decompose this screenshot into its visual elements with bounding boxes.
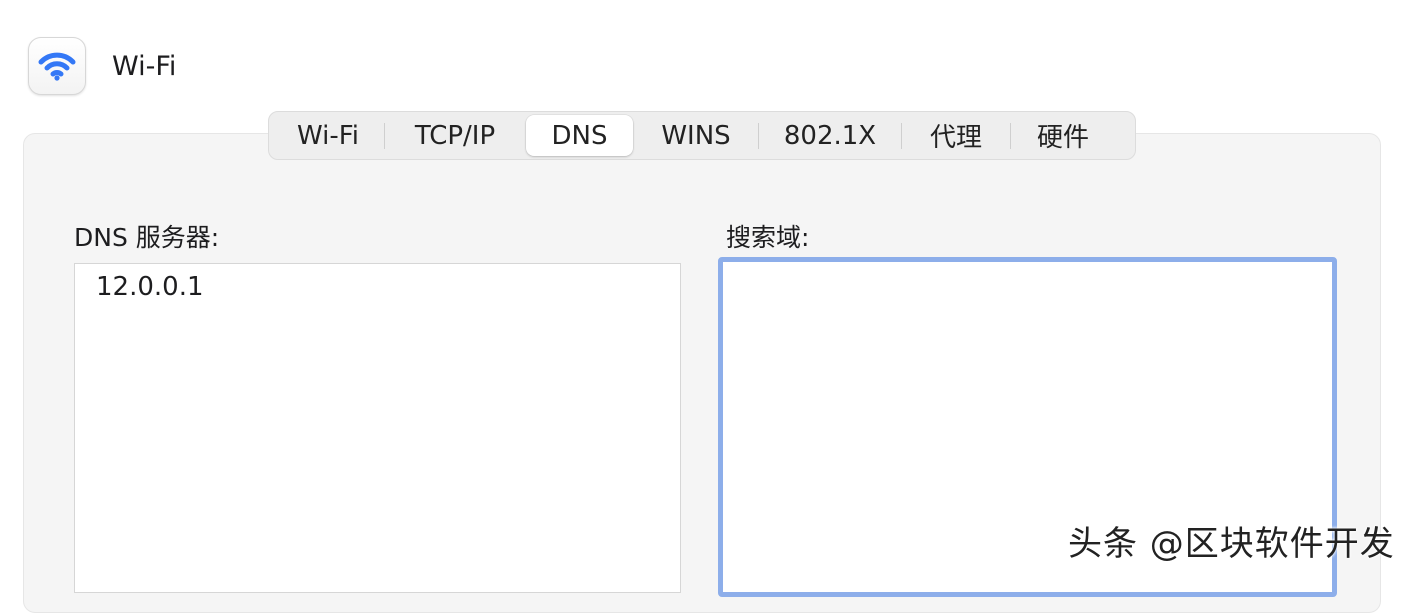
pane-title: Wi-Fi [112,50,177,82]
tab-hardware[interactable]: 硬件 [1011,115,1115,156]
pane-header: Wi-Fi [28,36,176,96]
wifi-glyph [38,52,76,81]
list-item[interactable]: 12.0.0.1 [96,272,204,302]
tab-tcpip[interactable]: TCP/IP [385,115,525,156]
tab-bar: Wi-Fi TCP/IP DNS WINS 802.1X 代理 硬件 [268,111,1136,160]
watermark: 头条 @区块软件开发 [1068,524,1395,564]
dns-servers-label: DNS 服务器: [74,223,220,252]
dns-servers-list[interactable]: 12.0.0.1 [74,263,681,593]
tab-dns[interactable]: DNS [526,115,633,156]
tab-proxy[interactable]: 代理 [902,115,1010,156]
tab-wins[interactable]: WINS [634,115,758,156]
tab-8021x[interactable]: 802.1X [759,115,901,156]
search-domains-label: 搜索域: [726,223,810,252]
tab-wifi[interactable]: Wi-Fi [272,115,384,156]
wifi-icon [28,37,86,95]
